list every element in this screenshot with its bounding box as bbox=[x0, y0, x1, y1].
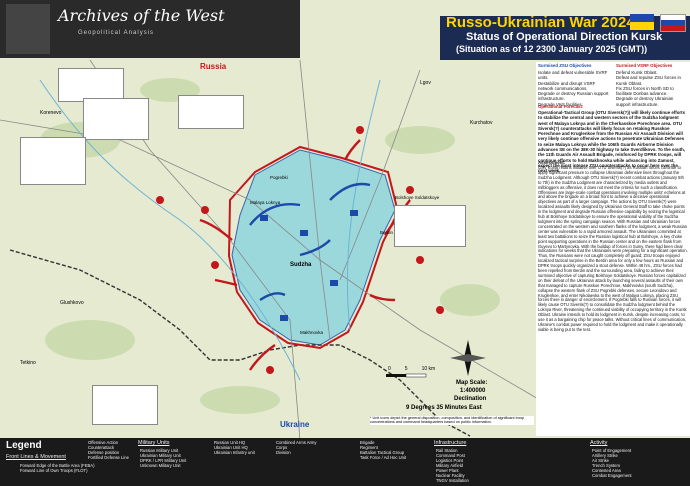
forecast-heading: Operational Forecast: bbox=[538, 104, 584, 109]
assessment-heading: Assessment: bbox=[538, 160, 566, 165]
compass-icon bbox=[450, 340, 486, 376]
place-label: Pogrebki bbox=[270, 175, 288, 180]
page-subtitle: Status of Operational Direction Kursk bbox=[466, 31, 663, 43]
brand-header: Archives of the West Geopolitical Analys… bbox=[0, 0, 300, 58]
page-title: Russo-Ukrainian War 2024 bbox=[446, 14, 635, 31]
legend-activity-items: Point of Engagement Artillery Strike Air S… bbox=[592, 448, 632, 478]
legend-front-items: Forward Edge of the Battle Area (FEBA) Fo… bbox=[20, 463, 95, 473]
legend-infra-heading: Infrastructure bbox=[434, 440, 467, 446]
place-label: Russia bbox=[200, 62, 227, 71]
km-labels: 0 5 10 km bbox=[388, 366, 436, 372]
legend-title: Legend bbox=[6, 440, 42, 451]
declination-label: Declination bbox=[454, 396, 487, 402]
place-label: Glushkovo bbox=[60, 300, 84, 306]
legend-units-col1: Russian Military Unit Ukrainian Military … bbox=[140, 448, 187, 468]
logo-icon bbox=[6, 4, 50, 54]
legend-front-items-2: Offensive Action Counterattack Defense pos… bbox=[88, 440, 129, 460]
legend-units-heading: Military Units bbox=[138, 440, 170, 446]
analysis-panel: Surmised ZSU Objectives Surmised VSRF Ob… bbox=[536, 62, 690, 436]
info-box bbox=[58, 68, 124, 102]
place-label: Sudzha bbox=[290, 262, 312, 268]
place-label: Bolshoye Soldatskoye bbox=[395, 195, 440, 200]
place-label: Tetkino bbox=[20, 360, 36, 366]
place-label: Korenevo bbox=[40, 110, 62, 116]
info-box bbox=[20, 137, 86, 185]
declination-value: 9 Degrees 35 Minutes East bbox=[406, 405, 482, 411]
legend-units-col3: Combined Arms Army Corps Division bbox=[276, 440, 317, 455]
info-box bbox=[83, 98, 149, 140]
ukr-objectives-heading: Surmised ZSU Objectives bbox=[538, 63, 592, 68]
info-box bbox=[394, 205, 466, 247]
assessment-text: OSV Kursk retains initiative over OTU Si… bbox=[538, 166, 688, 332]
place-label: Berdin bbox=[380, 230, 394, 235]
legend-front-heading: Front Lines & Movement bbox=[6, 454, 66, 460]
map-note: * Unit icons depict the general disposit… bbox=[370, 416, 534, 425]
ru-objectives-heading: Surmised VSRF Objectives bbox=[616, 63, 673, 68]
legend-infra-items: Rail Station Command Post Logistics Point M… bbox=[436, 448, 469, 483]
legend-units-col2: Russian Unit HQ Ukrainian Unit HQ Ukrainia… bbox=[214, 440, 255, 455]
ukr-objectives-list: Isolate and defeat vulnerable SVRF units… bbox=[538, 70, 609, 107]
place-label: Malaya Loknya bbox=[250, 200, 281, 205]
situation-date: (Situation as of 12 2300 January 2025 (G… bbox=[456, 44, 648, 54]
place-label: Makhnovka bbox=[300, 330, 324, 335]
info-box bbox=[178, 95, 244, 129]
legend-units-col4: Brigade Regiment Battalion Tactical Group T… bbox=[360, 440, 407, 460]
russia-flag-icon bbox=[660, 14, 686, 32]
info-box bbox=[92, 385, 158, 425]
km-scale-bar bbox=[386, 373, 427, 378]
legend-activity-heading: Activity bbox=[590, 440, 608, 446]
place-label: Kurchatov bbox=[470, 120, 493, 126]
scale-value: 1:400000 bbox=[460, 388, 486, 394]
scale-label: Map Scale: bbox=[456, 380, 488, 386]
ru-objectives-list: Defend Kursk Oblast. Defeat and repulse Z… bbox=[616, 70, 681, 107]
logo-name: Archives of the West bbox=[58, 6, 225, 25]
ukraine-flag-icon bbox=[630, 14, 654, 30]
legend-bar: Legend Front Lines & Movement Forward Ed… bbox=[0, 438, 690, 486]
logo-sub: Geopolitical Analysis bbox=[78, 30, 155, 36]
place-label: Ukraine bbox=[280, 420, 310, 429]
place-label: Lgov bbox=[420, 80, 431, 86]
